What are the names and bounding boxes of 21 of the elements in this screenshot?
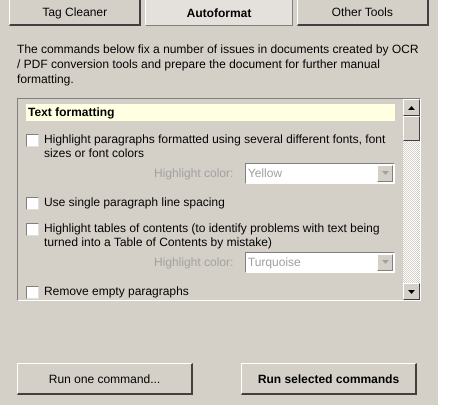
- checkbox[interactable]: [26, 197, 39, 210]
- checkbox[interactable]: [26, 134, 39, 147]
- checkbox-label: Use single paragraph line spacing: [44, 195, 225, 209]
- scroll-down-icon[interactable]: [403, 283, 420, 300]
- command-button[interactable]: Run one command...: [17, 363, 193, 395]
- tab[interactable]: Tag Cleaner: [9, 0, 142, 26]
- dropdown-value: Yellow: [246, 165, 284, 182]
- checkbox-label: Remove empty paragraphs: [44, 284, 189, 298]
- command-button[interactable]: Run selected commands: [241, 363, 417, 395]
- section-header: Text formatting: [26, 104, 395, 121]
- checkbox-label: Highlight paragraphs formatted using several different fonts, font sizes or font colors: [44, 132, 386, 160]
- scroll-thumb[interactable]: [403, 116, 420, 141]
- checkbox-label: Highlight tables of contents (to identify problems with text being turned into a Table of Contents by mistake): [44, 221, 381, 249]
- dropdown-value: Turquoise: [246, 254, 302, 271]
- checkbox[interactable]: [26, 286, 39, 299]
- tab[interactable]: Autoformat: [145, 0, 293, 26]
- description-text: The commands below fix a number of issues in documents created by OCR / PDF conversion tools and prepare the document for further manual formatting.: [17, 42, 420, 87]
- checkbox[interactable]: [26, 223, 39, 236]
- tab[interactable]: Other Tools: [296, 0, 429, 26]
- scroll-up-icon[interactable]: [403, 99, 420, 116]
- scrollbar[interactable]: [403, 99, 420, 300]
